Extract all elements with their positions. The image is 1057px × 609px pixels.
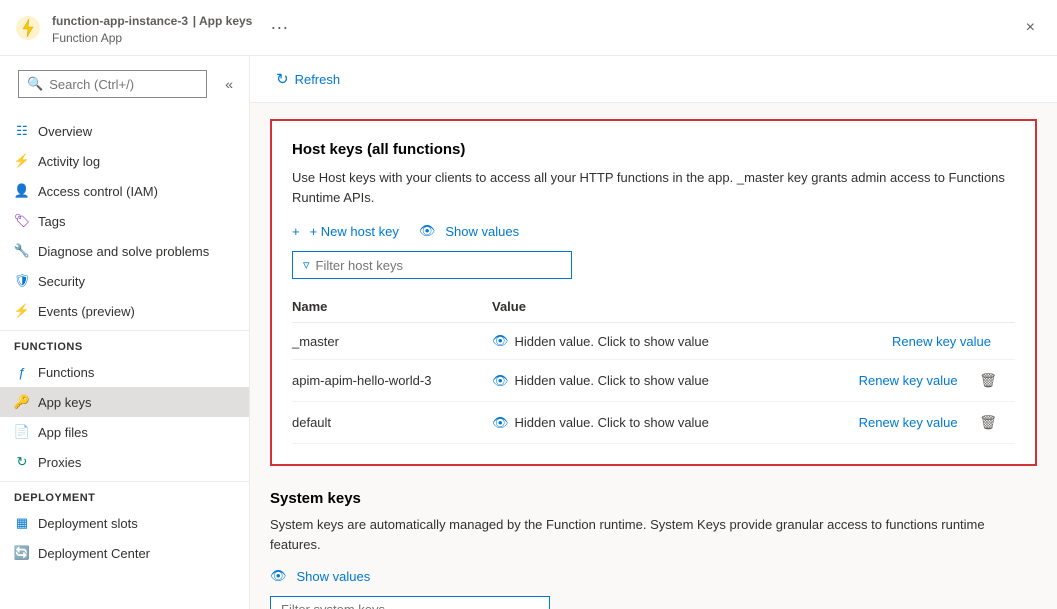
refresh-icon: ↻ <box>276 70 289 88</box>
deployment-section-header: Deployment <box>0 481 249 508</box>
plus-icon: + <box>292 224 300 239</box>
title-text: function-app-instance-3 | App keys Funct… <box>52 10 252 45</box>
slots-icon: ▦ <box>14 515 30 531</box>
key-actions: Renew key value 🗑 <box>803 360 1015 402</box>
sidebar: 🔍 « ☷ Overview ⚡ Activity log 👤 Access c… <box>0 56 250 609</box>
collapse-button[interactable]: « <box>221 72 237 96</box>
eye-icon[interactable]: 👁 <box>492 333 509 349</box>
page-name: App keys <box>199 14 252 28</box>
filter-system-keys-input[interactable] <box>281 602 539 609</box>
filter-icon: ▿ <box>303 257 310 273</box>
tag-icon: 🏷 <box>14 213 30 229</box>
sidebar-item-proxies[interactable]: ↻ Proxies <box>0 447 249 477</box>
host-keys-actions: + + New host key 👁 Show values <box>292 223 1015 239</box>
functions-icon: ƒ <box>14 364 30 380</box>
app-icon <box>14 14 42 42</box>
hidden-value-text[interactable]: Hidden value. Click to show value <box>515 334 709 349</box>
app-name: function-app-instance-3 <box>52 14 188 28</box>
eye-icon: 👁 <box>419 223 436 239</box>
sidebar-item-security[interactable]: 🛡 Security <box>0 266 249 296</box>
sidebar-navigation: ☷ Overview ⚡ Activity log 👤 Access contr… <box>0 112 249 609</box>
filter-system-keys-box[interactable] <box>270 596 550 609</box>
search-input[interactable] <box>49 77 198 92</box>
key-value-cell: 👁 Hidden value. Click to show value <box>492 360 803 402</box>
events-lightning-icon: ⚡ <box>14 303 30 319</box>
host-keys-title: Host keys (all functions) <box>292 141 1015 158</box>
sidebar-item-deployment-center[interactable]: 🔄 Deployment Center <box>0 538 249 568</box>
shield-icon: 🛡 <box>14 273 30 289</box>
key-actions: Renew key value <box>803 323 1015 360</box>
new-host-key-button[interactable]: + + New host key <box>292 224 399 239</box>
system-keys-description: System keys are automatically managed by… <box>270 515 1037 554</box>
host-keys-table: Name Value _master 👁 Hidden <box>292 291 1015 444</box>
eye-icon[interactable]: 👁 <box>492 415 509 431</box>
title-ellipsis[interactable]: ··· <box>270 17 288 38</box>
system-keys-title: System keys <box>270 490 1037 507</box>
eye-icon[interactable]: 👁 <box>492 373 509 389</box>
key-value-cell: 👁 Hidden value. Click to show value <box>492 323 803 360</box>
sidebar-item-functions[interactable]: ƒ Functions <box>0 357 249 387</box>
wrench-icon: 🔧 <box>14 243 30 259</box>
close-button[interactable]: × <box>1018 15 1043 41</box>
file-icon: 📄 <box>14 424 30 440</box>
filter-host-keys-box[interactable]: ▿ <box>292 251 572 279</box>
sidebar-item-deployment-slots[interactable]: ▦ Deployment slots <box>0 508 249 538</box>
sidebar-item-app-files[interactable]: 📄 App files <box>0 417 249 447</box>
key-name: apim-apim-hello-world-3 <box>292 360 492 402</box>
title-bar: function-app-instance-3 | App keys Funct… <box>0 0 1057 56</box>
functions-section-header: Functions <box>0 330 249 357</box>
show-values-button[interactable]: 👁 Show values <box>419 223 519 239</box>
person-icon: 👤 <box>14 183 30 199</box>
system-keys-actions: 👁 Show values <box>270 568 1037 584</box>
key-name: _master <box>292 323 492 360</box>
lightning-icon: ⚡ <box>14 153 30 169</box>
sidebar-item-events[interactable]: ⚡ Events (preview) <box>0 296 249 326</box>
content-body: Host keys (all functions) Use Host keys … <box>250 103 1057 609</box>
name-column-header: Name <box>292 291 492 323</box>
sidebar-item-diagnose[interactable]: 🔧 Diagnose and solve problems <box>0 236 249 266</box>
table-row: default 👁 Hidden value. Click to show va… <box>292 402 1015 444</box>
proxy-icon: ↻ <box>14 454 30 470</box>
key-value-cell: 👁 Hidden value. Click to show value <box>492 402 803 444</box>
renew-key-button[interactable]: Renew key value <box>859 373 958 388</box>
delete-key-button[interactable]: 🗑 <box>973 412 1003 433</box>
hidden-value-text[interactable]: Hidden value. Click to show value <box>515 373 709 388</box>
sidebar-item-activity-log[interactable]: ⚡ Activity log <box>0 146 249 176</box>
app-subtitle: Function App <box>52 31 122 45</box>
key-name: default <box>292 402 492 444</box>
show-system-values-button[interactable]: 👁 Show values <box>270 568 370 584</box>
delete-key-button[interactable]: 🗑 <box>973 370 1003 391</box>
search-icon: 🔍 <box>27 76 43 92</box>
eye-icon: 👁 <box>270 568 287 584</box>
host-keys-description: Use Host keys with your clients to acces… <box>292 168 1015 207</box>
renew-key-button[interactable]: Renew key value <box>859 415 958 430</box>
deploy-icon: 🔄 <box>14 545 30 561</box>
system-keys-section: System keys System keys are automaticall… <box>270 490 1037 609</box>
renew-key-button[interactable]: Renew key value <box>892 334 991 349</box>
toolbar: ↻ Refresh <box>250 56 1057 103</box>
host-keys-section: Host keys (all functions) Use Host keys … <box>270 119 1037 466</box>
table-row: apim-apim-hello-world-3 👁 Hidden value. … <box>292 360 1015 402</box>
sidebar-item-access-control[interactable]: 👤 Access control (IAM) <box>0 176 249 206</box>
key-actions: Renew key value 🗑 <box>803 402 1015 444</box>
key-icon: 🔑 <box>14 394 30 410</box>
sidebar-item-overview[interactable]: ☷ Overview <box>0 116 249 146</box>
grid-icon: ☷ <box>14 123 30 139</box>
table-row: _master 👁 Hidden value. Click to show va… <box>292 323 1015 360</box>
filter-host-keys-input[interactable] <box>316 258 561 273</box>
sidebar-item-app-keys[interactable]: 🔑 App keys <box>0 387 249 417</box>
refresh-button[interactable]: ↻ Refresh <box>270 66 346 92</box>
sidebar-item-tags[interactable]: 🏷 Tags <box>0 206 249 236</box>
content-area: ↻ Refresh Host keys (all functions) Use … <box>250 56 1057 609</box>
hidden-value-text[interactable]: Hidden value. Click to show value <box>515 415 709 430</box>
value-column-header: Value <box>492 291 803 323</box>
